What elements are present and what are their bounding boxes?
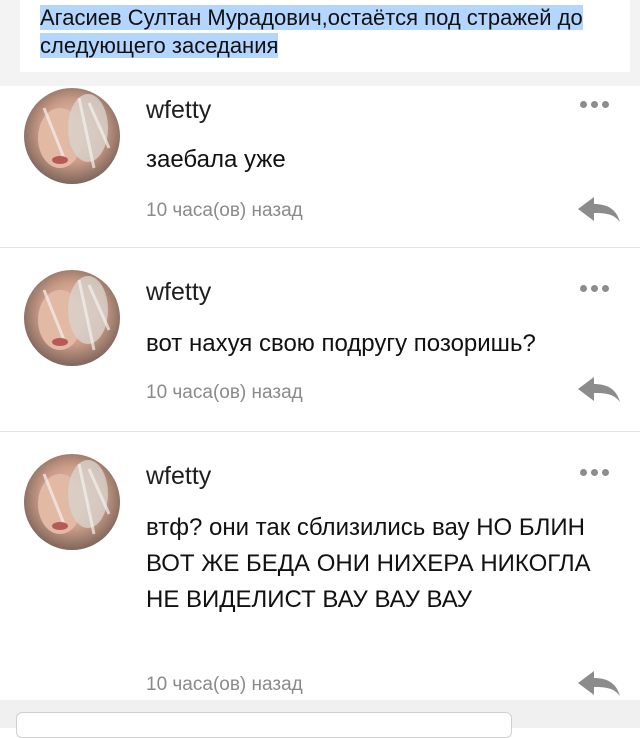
comment-text: заебала уже	[146, 146, 286, 173]
comment-timestamp: 10 часа(ов) назад	[146, 382, 303, 403]
more-dots-icon[interactable]	[580, 279, 620, 292]
comment-text: вот нахуя свою подругу позоришь?	[146, 330, 536, 357]
comment-input[interactable]	[16, 712, 512, 738]
more-dots-icon[interactable]	[580, 463, 620, 476]
reply-arrow-icon[interactable]	[576, 374, 622, 406]
avatar[interactable]	[24, 270, 120, 366]
comment-username[interactable]: wfetty	[146, 96, 211, 125]
reply-arrow-icon[interactable]	[576, 194, 622, 226]
quoted-post-highlight: Агасиев Султан Мурадович,остаётся под ст…	[40, 5, 583, 58]
avatar-image	[24, 454, 120, 550]
comment-item: wfetty вот нахуя свою подругу позоришь? …	[0, 248, 640, 432]
comment-timestamp: 10 часа(ов) назад	[146, 674, 303, 695]
quoted-post-text[interactable]: Агасиев Султан Мурадович,остаётся под ст…	[40, 4, 600, 60]
comment-item: wfetty втф? они так сблизились вау НО БЛ…	[0, 432, 640, 700]
avatar-image	[24, 88, 120, 184]
comment-text: втф? они так сблизились вау НО БЛИН ВОТ …	[146, 514, 591, 613]
comment-username[interactable]: wfetty	[146, 278, 211, 307]
comment-timestamp: 10 часа(ов) назад	[146, 200, 303, 221]
comment-item: wfetty заебала уже 10 часа(ов) назад	[0, 86, 640, 248]
comment-username[interactable]: wfetty	[146, 462, 211, 491]
reply-arrow-icon[interactable]	[576, 668, 622, 700]
avatar-image	[24, 270, 120, 366]
more-dots-icon[interactable]	[580, 95, 620, 108]
avatar[interactable]	[24, 454, 120, 550]
avatar[interactable]	[24, 88, 120, 184]
